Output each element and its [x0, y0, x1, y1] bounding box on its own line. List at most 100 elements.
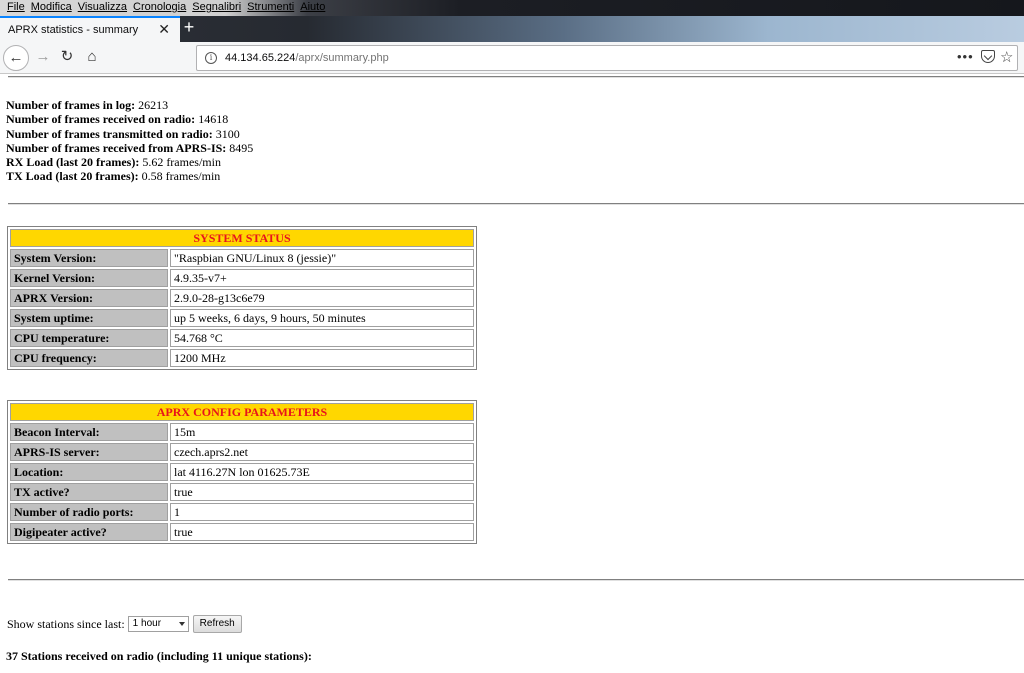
station-filter-form: Show stations since last: 1 hour Refresh: [7, 615, 242, 633]
arrow-right-icon: →: [35, 48, 51, 65]
table-row: APRS-IS server: czech.aprs2.net: [10, 443, 474, 461]
menu-strumenti[interactable]: Strumenti: [244, 1, 297, 13]
close-icon[interactable]: ✕: [158, 21, 170, 38]
table-row: Digipeater active? true: [10, 523, 474, 541]
menu-file[interactable]: File: [4, 1, 28, 13]
page-content: Number of frames in log: 26213 Number of…: [0, 74, 1024, 673]
row-label: Location:: [10, 463, 168, 481]
aprx-config-table: APRX CONFIG PARAMETERS Beacon Interval: 1…: [7, 400, 477, 544]
url-text[interactable]: 44.134.65.224/aprx/summary.php: [225, 52, 389, 64]
page-actions-button[interactable]: •••: [957, 49, 974, 64]
tab-aprx-summary[interactable]: APRX statistics - summary ✕: [0, 16, 180, 42]
frames-rx-label: Number of frames received on radio:: [6, 112, 196, 127]
frames-in-log-label: Number of frames in log:: [6, 98, 136, 112]
row-label: Beacon Interval:: [10, 423, 168, 441]
row-label: TX active?: [10, 483, 168, 501]
frames-tx-label: Number of frames transmitted on radio:: [6, 126, 213, 141]
table-row: Location: lat 4116.27N lon 01625.73E: [10, 463, 474, 481]
table-row: CPU frequency: 1200 MHz: [10, 349, 474, 367]
show-stations-label: Show stations since last:: [7, 616, 125, 631]
tx-load-value: 0.58 frames/min: [141, 169, 221, 184]
row-label: System uptime:: [10, 309, 168, 327]
aprx-config-title: APRX CONFIG PARAMETERS: [10, 403, 474, 421]
row-label: Digipeater active?: [10, 523, 168, 541]
row-value: 15m: [170, 423, 474, 441]
frames-rx-value: 14618: [198, 112, 229, 127]
frames-in-log-row: Number of frames in log: 26213: [6, 98, 253, 112]
frames-aprs-is-row: Number of frames received from APRS-IS: …: [6, 141, 253, 155]
row-value: true: [170, 523, 474, 541]
menu-visualizza[interactable]: Visualizza: [75, 1, 130, 13]
row-label: APRS-IS server:: [10, 443, 168, 461]
tx-load-row: TX Load (last 20 frames): 0.58 frames/mi…: [6, 169, 253, 183]
divider: [8, 76, 1024, 78]
frames-aprs-is-label: Number of frames received from APRS-IS:: [6, 140, 227, 155]
navigation-toolbar: ← → ↻ ⌂ i 44.134.65.224/aprx/summary.php…: [0, 42, 1024, 74]
time-range-select[interactable]: 1 hour: [127, 616, 189, 632]
tx-load-label: TX Load (last 20 frames):: [6, 169, 139, 184]
table-row: TX active? true: [10, 483, 474, 501]
table-row: Kernel Version: 4.9.35-v7+: [10, 269, 474, 287]
row-value: 4.9.35-v7+: [170, 269, 474, 287]
rx-load-label: RX Load (last 20 frames):: [6, 155, 140, 170]
frames-rx-row: Number of frames received on radio: 1461…: [6, 112, 253, 126]
row-label: CPU temperature:: [10, 329, 168, 347]
reload-icon: ↻: [60, 48, 74, 65]
frames-aprs-is-value: 8495: [229, 140, 254, 155]
menu-modifica[interactable]: Modifica: [28, 1, 75, 13]
menu-segnalibri[interactable]: Segnalibri: [189, 1, 244, 13]
menu-aiuto[interactable]: Aiuto: [297, 1, 328, 13]
table-row: APRX Version: 2.9.0-28-g13c6e79: [10, 289, 474, 307]
table-row: Beacon Interval: 15m: [10, 423, 474, 441]
bookmark-star-icon[interactable]: ☆: [1000, 48, 1013, 66]
divider: [8, 203, 1024, 205]
frames-in-log-value: 26213: [138, 98, 169, 112]
arrow-left-icon: ←: [8, 49, 24, 66]
row-label: CPU frequency:: [10, 349, 168, 367]
row-value: czech.aprs2.net: [170, 443, 474, 461]
frames-tx-value: 3100: [215, 126, 240, 141]
row-value: true: [170, 483, 474, 501]
table-row: Number of radio ports: 1: [10, 503, 474, 521]
refresh-button[interactable]: Refresh: [192, 615, 242, 633]
system-status-title: SYSTEM STATUS: [10, 229, 474, 247]
url-host: 44.134.65.224: [225, 52, 296, 64]
row-value: lat 4116.27N lon 01625.73E: [170, 463, 474, 481]
time-range-value: 1 hour: [132, 618, 162, 629]
rx-load-row: RX Load (last 20 frames): 5.62 frames/mi…: [6, 155, 253, 169]
new-tab-button[interactable]: +: [181, 17, 197, 37]
info-icon[interactable]: i: [205, 52, 217, 64]
frames-tx-row: Number of frames transmitted on radio: 3…: [6, 127, 253, 141]
system-status-table: SYSTEM STATUS System Version: "Raspbian G…: [7, 226, 477, 370]
row-value: 1: [170, 503, 474, 521]
row-label: Number of radio ports:: [10, 503, 168, 521]
row-label: APRX Version:: [10, 289, 168, 307]
tab-title: APRX statistics - summary: [8, 24, 139, 36]
row-value: 1200 MHz: [170, 349, 474, 367]
table-row: System uptime: up 5 weeks, 6 days, 9 hour…: [10, 309, 474, 327]
frame-statistics: Number of frames in log: 26213 Number of…: [6, 98, 253, 184]
rx-load-value: 5.62 frames/min: [142, 155, 221, 170]
menu-cronologia[interactable]: Cronologia: [130, 1, 189, 13]
table-row: System Version: "Raspbian GNU/Linux 8 (je…: [10, 249, 474, 267]
row-value: up 5 weeks, 6 days, 9 hours, 50 minutes: [170, 309, 474, 327]
row-value: "Raspbian GNU/Linux 8 (jessie)": [170, 249, 474, 267]
reload-button[interactable]: ↻: [58, 48, 76, 66]
menu-bar: File Modifica Visualizza Cronologia Segn…: [0, 0, 1024, 16]
row-label: Kernel Version:: [10, 269, 168, 287]
pocket-icon[interactable]: [981, 50, 995, 63]
address-bar[interactable]: i 44.134.65.224/aprx/summary.php ••• ☆: [196, 45, 1018, 71]
stations-count-heading: 37 Stations received on radio (including…: [6, 649, 312, 663]
back-button[interactable]: ←: [3, 45, 29, 71]
chevron-down-icon: [178, 622, 185, 626]
tab-strip: APRX statistics - summary ✕ +: [0, 16, 1024, 42]
home-icon: ⌂: [87, 48, 97, 65]
row-label: System Version:: [10, 249, 168, 267]
table-row: CPU temperature: 54.768 °C: [10, 329, 474, 347]
home-button[interactable]: ⌂: [83, 48, 101, 66]
divider: [8, 579, 1024, 581]
row-value: 2.9.0-28-g13c6e79: [170, 289, 474, 307]
row-value: 54.768 °C: [170, 329, 474, 347]
url-path: /aprx/summary.php: [295, 52, 389, 64]
forward-button[interactable]: →: [34, 48, 52, 66]
